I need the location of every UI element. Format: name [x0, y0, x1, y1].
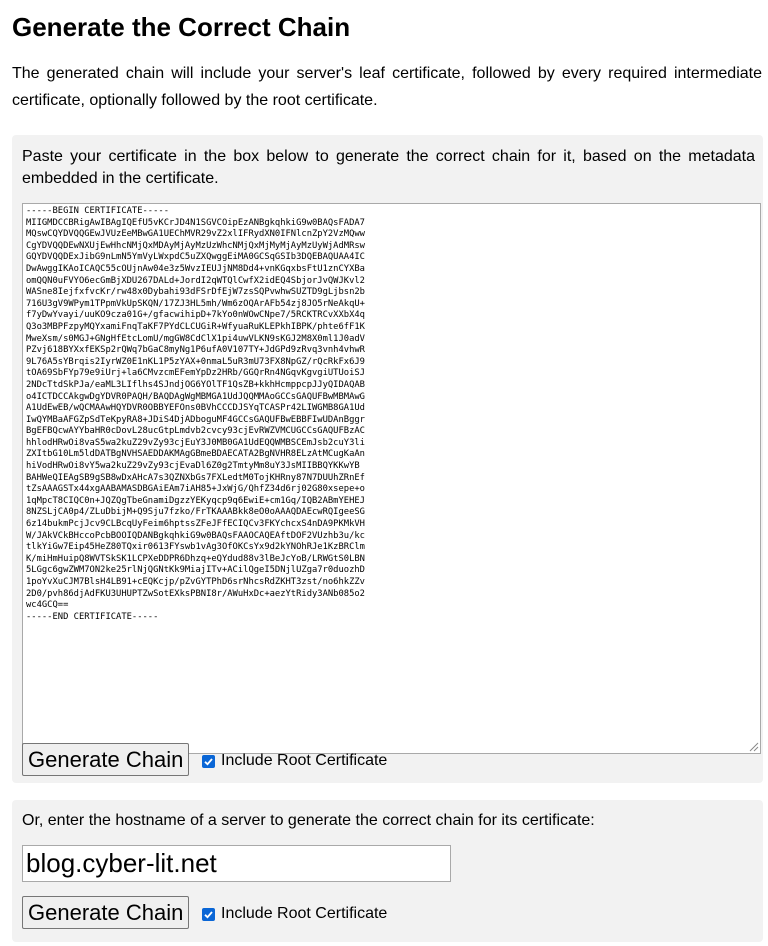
include-root-label[interactable]: Include Root Certificate — [221, 751, 387, 771]
include-root-hostname-label[interactable]: Include Root Certificate — [221, 904, 387, 924]
intro-text: The generated chain will include your se… — [12, 65, 762, 109]
include-root-checkbox[interactable] — [202, 755, 215, 768]
paste-certificate-panel: Paste your certificate in the box below … — [12, 135, 763, 783]
generate-chain-hostname-button[interactable]: Generate Chain — [22, 896, 190, 929]
checkmark-icon — [204, 911, 213, 919]
include-root-hostname-checkbox[interactable] — [202, 908, 215, 921]
generate-chain-button[interactable]: Generate Chain — [22, 743, 190, 776]
chain-generator-page: Generate the Correct Chain The generated… — [0, 0, 768, 946]
checkmark-icon — [204, 758, 213, 766]
hostname-input[interactable] — [22, 845, 451, 882]
paste-instructions: Paste your certificate in the box below … — [22, 148, 755, 187]
hostname-panel: Or, enter the hostname of a server to ge… — [12, 800, 763, 942]
page-title: Generate the Correct Chain — [12, 12, 351, 42]
certificate-textarea[interactable]: -----BEGIN CERTIFICATE----- MIIGMDCCBRig… — [22, 203, 761, 754]
hostname-instructions: Or, enter the hostname of a server to ge… — [22, 812, 595, 829]
resize-grip-icon[interactable] — [748, 741, 759, 752]
